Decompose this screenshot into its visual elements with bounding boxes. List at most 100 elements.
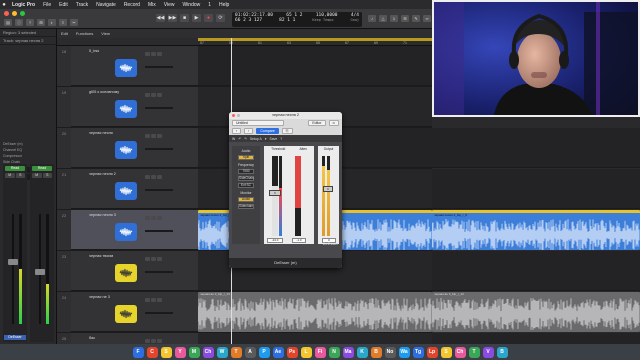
menu-help[interactable]: Help: [215, 2, 233, 8]
menu-record[interactable]: Record: [120, 2, 144, 8]
track-name[interactable]: бас: [89, 336, 95, 340]
zoom-window-icon[interactable]: [20, 10, 25, 16]
track-name[interactable]: черная песня: [89, 131, 113, 135]
dock-app-icon[interactable]: Lp: [426, 346, 438, 358]
functions-menu[interactable]: Functions: [76, 31, 93, 36]
ext-sc-button[interactable]: Ext SC: [238, 183, 254, 188]
mute-button[interactable]: [145, 175, 150, 179]
track-header[interactable]: 20 черная песня: [57, 128, 198, 168]
track-volume-slider[interactable]: [145, 312, 173, 314]
library-button[interactable]: ▤: [4, 19, 12, 26]
track-lane[interactable]: черная ве 3_bip_r_14: [198, 292, 432, 332]
track-volume-slider[interactable]: [145, 271, 173, 273]
play-icon[interactable]: ▶: [192, 14, 201, 22]
record-enable-button[interactable]: [157, 216, 162, 220]
dock-app-icon[interactable]: Fi: [314, 346, 326, 358]
cycle-icon[interactable]: ⟳: [216, 14, 225, 22]
copy-button[interactable]: ⎘: [281, 128, 293, 134]
dock-app-icon[interactable]: S: [160, 346, 172, 358]
menu-app[interactable]: Logic Pro: [8, 2, 39, 8]
split-button[interactable]: Split: [238, 155, 254, 160]
region-inspector-row[interactable]: Region: 3 selected: [0, 29, 56, 37]
track-name[interactable]: черная твоим: [89, 254, 113, 258]
record-enable-button[interactable]: [157, 175, 162, 179]
track-header[interactable]: 19 gt05 к основному: [57, 87, 198, 127]
minimize-plugin-icon[interactable]: [237, 114, 240, 117]
mute-button[interactable]: [145, 134, 150, 138]
waveform-icon[interactable]: [115, 305, 137, 323]
mute-button[interactable]: [145, 52, 150, 56]
audio-region[interactable]: черная песня 2_bip_r_9: [432, 210, 640, 250]
track-name[interactable]: 5_bss: [89, 49, 99, 53]
dock-app-icon[interactable]: F: [132, 346, 144, 358]
dock-app-icon[interactable]: W: [216, 346, 228, 358]
dock-app-icon[interactable]: B: [370, 346, 382, 358]
track-volume-slider[interactable]: [145, 66, 173, 68]
audio-region[interactable]: черная ве 3_bip_r_14: [198, 292, 432, 332]
track-volume-slider[interactable]: [145, 189, 173, 191]
track-volume-slider[interactable]: [145, 107, 173, 109]
threshold-slider[interactable]: ≡: [269, 190, 281, 196]
solo-button[interactable]: [151, 298, 156, 302]
tuner-button[interactable]: ♪: [368, 15, 376, 22]
prev-preset-button[interactable]: ‹: [232, 128, 242, 134]
editor-button[interactable]: Editor: [308, 120, 326, 126]
editors-button[interactable]: ✂: [70, 19, 78, 26]
minimize-window-icon[interactable]: [12, 10, 17, 16]
output-slider[interactable]: ≡: [323, 186, 333, 192]
menu-navigate[interactable]: Navigate: [92, 2, 120, 8]
track-lane[interactable]: [432, 169, 640, 209]
menu-1[interactable]: 1: [204, 2, 215, 8]
dock-app-icon[interactable]: Ma: [342, 346, 354, 358]
mute-button[interactable]: M: [32, 173, 42, 178]
solo-button[interactable]: [151, 257, 156, 261]
mute-button[interactable]: M: [5, 173, 15, 178]
dock-app-icon[interactable]: K: [356, 346, 368, 358]
dock-app-icon[interactable]: A: [244, 346, 256, 358]
lcd-display[interactable]: 01:02:22:17.00 65 1 2 110,0000 4/4 66 2 …: [232, 12, 362, 27]
track-name[interactable]: черная песня 3: [89, 213, 116, 217]
mute-button[interactable]: [145, 257, 150, 261]
track-lane[interactable]: черная ве 3_bip_r_12: [432, 292, 640, 332]
view-menu[interactable]: View: [101, 31, 110, 36]
cycle-region[interactable]: [198, 38, 432, 41]
waveform-icon[interactable]: [115, 223, 137, 241]
dock-app-icon[interactable]: Wa: [398, 346, 410, 358]
menu-window[interactable]: Window: [178, 2, 204, 8]
solo-button[interactable]: [151, 93, 156, 97]
track-header[interactable]: 24 черная не 3: [57, 292, 198, 332]
dock-app-icon[interactable]: C: [146, 346, 158, 358]
load-icon[interactable]: ▾: [265, 137, 267, 141]
solo-button[interactable]: [151, 175, 156, 179]
menu-view[interactable]: View: [160, 2, 179, 8]
track-name[interactable]: gt05 к основному: [89, 90, 119, 94]
stop-icon[interactable]: ■: [180, 14, 189, 22]
dock-app-icon[interactable]: M: [188, 346, 200, 358]
waveform-icon[interactable]: [115, 59, 137, 77]
track-inspector-row[interactable]: Track: черная песня 2: [0, 37, 56, 45]
record-icon[interactable]: ●: [204, 14, 213, 22]
solo-button[interactable]: [151, 339, 156, 343]
list-editor-button[interactable]: ☰: [401, 15, 409, 22]
volume-fader[interactable]: [35, 269, 45, 275]
compare-button[interactable]: Compare: [256, 128, 279, 134]
dock-app-icon[interactable]: N: [328, 346, 340, 358]
mute-button[interactable]: [145, 93, 150, 97]
dock-app-icon[interactable]: V: [482, 346, 494, 358]
record-enable-button[interactable]: [157, 298, 162, 302]
track-header[interactable]: 22 черная песня 3: [57, 210, 198, 250]
record-enable-button[interactable]: [157, 93, 162, 97]
dock-app-icon[interactable]: Ch: [202, 346, 214, 358]
inspector-button[interactable]: ⓘ: [15, 19, 23, 26]
dock-app-icon[interactable]: T: [230, 346, 242, 358]
track-volume-slider[interactable]: [145, 148, 173, 150]
notes-button[interactable]: ✎: [412, 15, 420, 22]
record-enable-button[interactable]: [157, 339, 162, 343]
monitor-audio-button[interactable]: Audio: [238, 197, 254, 202]
track-name[interactable]: черная песня 2: [89, 172, 116, 176]
waveform-icon[interactable]: [115, 182, 137, 200]
record-enable-button[interactable]: [157, 134, 162, 138]
monitor-sidechain-button[interactable]: Sidechain: [238, 204, 254, 209]
record-enable-button[interactable]: [157, 52, 162, 56]
record-enable-button[interactable]: [157, 257, 162, 261]
